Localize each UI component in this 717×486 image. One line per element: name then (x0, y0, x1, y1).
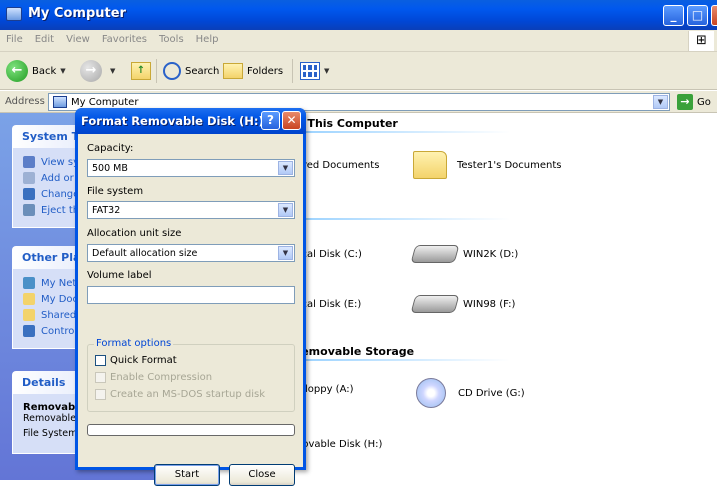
quick-format-checkbox[interactable]: Quick Format (95, 355, 177, 366)
network-icon (23, 277, 35, 289)
folder-icon (23, 293, 35, 305)
format-options-group: Format options Quick Format Enable Compr… (87, 338, 295, 412)
go-button[interactable]: → Go (677, 94, 711, 110)
back-button[interactable]: ← Back ▼ (6, 59, 66, 83)
enable-compression-checkbox: Enable Compression (95, 372, 212, 383)
win2k-d-item[interactable]: WIN2K (D:) (410, 245, 518, 263)
hard-drive-icon (410, 245, 460, 263)
window-titlebar: My Computer _ □ (0, 0, 717, 30)
computer-icon (53, 96, 67, 108)
search-button[interactable]: Search (163, 59, 219, 83)
address-dropdown-button[interactable]: ▼ (653, 95, 668, 109)
folders-button[interactable]: Folders (223, 59, 283, 83)
start-button[interactable]: Start (154, 464, 220, 486)
go-arrow-icon: → (677, 94, 693, 110)
chevron-down-icon[interactable]: ▼ (278, 161, 293, 175)
msdos-startup-disk-checkbox: Create an MS-DOS startup disk (95, 389, 265, 400)
tester1-documents-item[interactable]: Tester1's Documents (413, 151, 561, 179)
chevron-down-icon[interactable]: ▼ (278, 203, 293, 217)
menu-edit[interactable]: Edit (29, 30, 60, 49)
volume-label-input[interactable] (87, 286, 295, 304)
up-folder-button[interactable]: ↑ (131, 59, 151, 83)
back-arrow-icon: ← (6, 60, 28, 82)
folder-icon (23, 309, 35, 321)
forward-arrow-icon: → (80, 60, 102, 82)
format-options-legend: Format options (94, 338, 174, 349)
capacity-select[interactable]: 500 MB ▼ (87, 159, 295, 177)
folder-icon (413, 151, 447, 179)
cd-drive-g-item[interactable]: CD Drive (G:) (416, 378, 525, 408)
system-info-icon (23, 156, 35, 168)
menu-favorites[interactable]: Favorites (96, 30, 153, 49)
eject-icon (23, 204, 35, 216)
format-progress-bar (87, 424, 295, 436)
menu-tools[interactable]: Tools (153, 30, 190, 49)
menu-bar: File Edit View Favorites Tools Help ⊞ (0, 30, 717, 52)
menu-view[interactable]: View (60, 30, 96, 49)
format-dialog: Format Removable Disk (H:) ? ✕ Capacity:… (75, 108, 306, 486)
maximize-button[interactable]: □ (687, 5, 708, 26)
minimize-button[interactable]: _ (663, 5, 684, 26)
window-title: My Computer (28, 6, 126, 21)
volume-label-label: Volume label (87, 270, 152, 281)
computer-icon (6, 7, 22, 21)
control-panel-icon (23, 188, 35, 200)
cd-drive-icon (416, 378, 446, 408)
views-icon (300, 62, 320, 80)
address-label: Address (5, 96, 45, 107)
control-panel-icon (23, 325, 35, 337)
capacity-label: Capacity: (87, 143, 134, 154)
close-button[interactable] (711, 5, 717, 26)
up-folder-icon: ↑ (131, 62, 151, 80)
dialog-title: Format Removable Disk (H:) (81, 114, 264, 128)
allocation-unit-label: Allocation unit size (87, 228, 182, 239)
views-button[interactable]: ▼ (300, 59, 329, 83)
hard-drive-icon (410, 295, 460, 313)
close-dialog-button[interactable]: Close (229, 464, 295, 486)
help-button[interactable]: ? (261, 111, 280, 130)
programs-icon (23, 172, 35, 184)
file-system-select[interactable]: FAT32 ▼ (87, 201, 295, 219)
dialog-close-button[interactable]: ✕ (282, 111, 301, 130)
dialog-titlebar: Format Removable Disk (H:) ? ✕ (75, 108, 306, 134)
search-icon (163, 62, 181, 80)
menu-help[interactable]: Help (190, 30, 225, 49)
folders-icon (223, 63, 243, 79)
windows-logo-icon: ⊞ (688, 31, 714, 51)
dialog-body: Capacity: 500 MB ▼ File system FAT32 ▼ A… (78, 134, 303, 486)
forward-button[interactable]: → ▼ (80, 59, 115, 83)
menu-file[interactable]: File (0, 30, 29, 49)
toolbar: ← Back ▼ → ▼ ↑ Search Folders ▼ (0, 52, 717, 90)
win98-f-item[interactable]: WIN98 (F:) (410, 295, 515, 313)
chevron-down-icon[interactable]: ▼ (278, 246, 293, 260)
allocation-unit-select[interactable]: Default allocation size ▼ (87, 244, 295, 262)
file-system-label: File system (87, 186, 144, 197)
